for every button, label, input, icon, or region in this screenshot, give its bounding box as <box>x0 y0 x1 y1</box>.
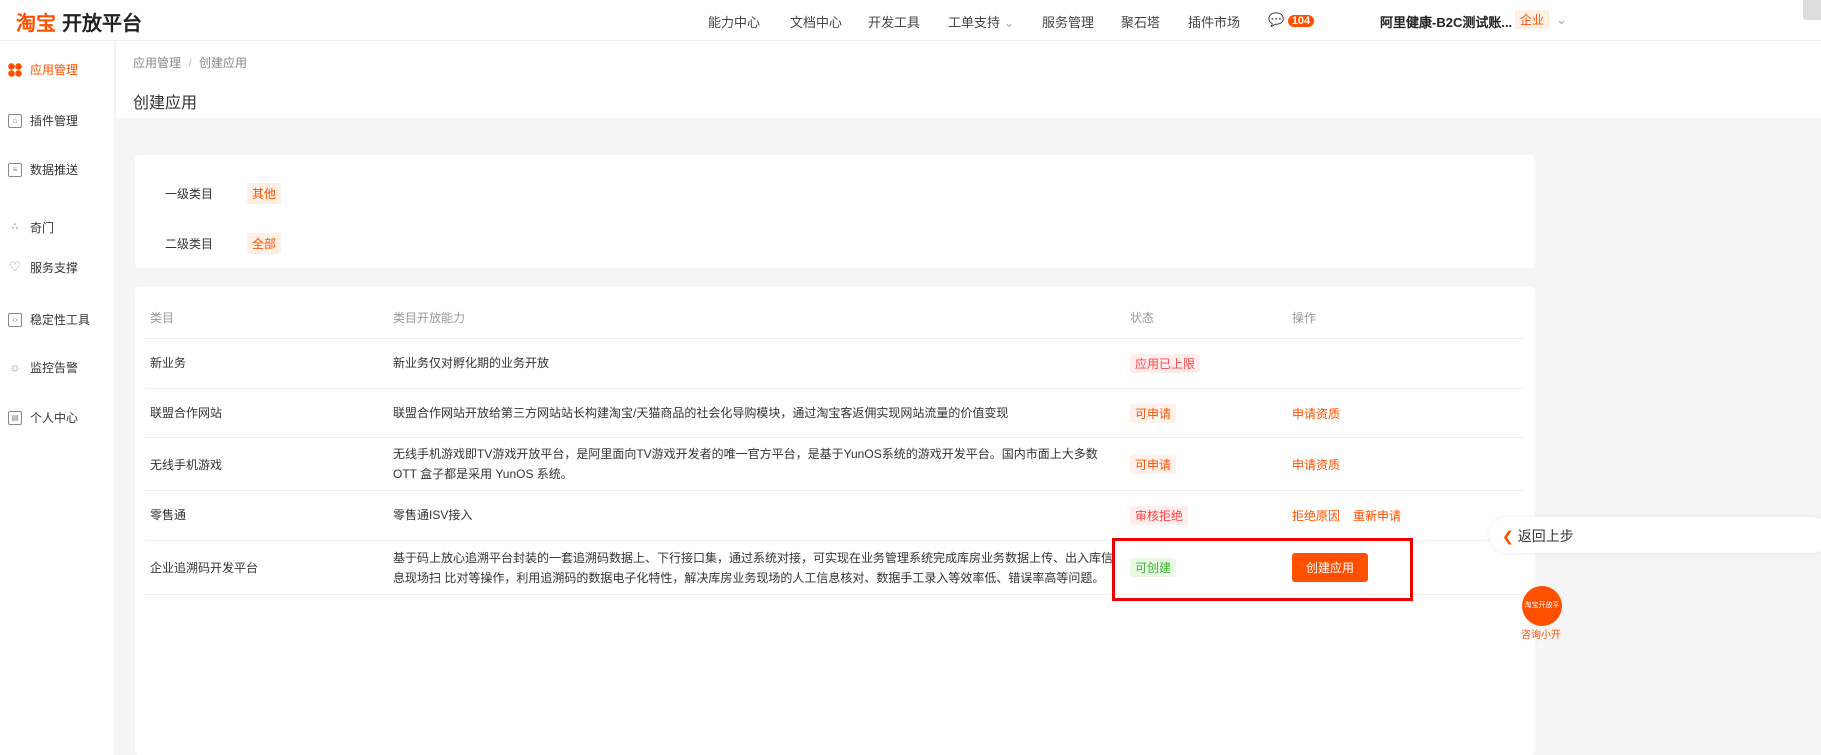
top-header: 淘宝 开放平台 能力中心 文档中心 开发工具 工单支持 ⌄ 服务管理 聚石塔 插件… <box>0 0 1821 41</box>
status-badge: 审核拒绝 <box>1130 506 1189 525</box>
apply-qualification-link[interactable]: 申请资质 <box>1292 405 1340 422</box>
page-header: 应用管理 / 创建应用 创建应用 <box>116 41 1821 118</box>
scrollbar[interactable] <box>1803 0 1821 20</box>
reapply-link[interactable]: 重新申请 <box>1353 507 1401 524</box>
sidebar: 应用管理 ⌂ 插件管理 ≡ 数据推送 ஃ 奇门 ♡ 服务支撑 ‹› 稳定性工具 ☼ 监控告警… <box>0 41 115 755</box>
status-badge: 应用已上限 <box>1130 354 1201 373</box>
page-title: 创建应用 <box>133 95 198 112</box>
heart-icon: ♡ <box>9 258 21 274</box>
rejection-reason-link[interactable]: 拒绝原因 <box>1292 507 1340 524</box>
level1-label: 一级类目 <box>165 187 214 201</box>
header-actions: 操作 <box>1292 311 1317 325</box>
nav-docs-center[interactable]: 文档中心 <box>790 12 842 31</box>
level2-label: 二级类目 <box>165 237 214 251</box>
account-type-tag: 企业 <box>1515 10 1550 29</box>
consult-assistant-label[interactable]: 咨询小开 <box>1521 626 1561 641</box>
nav-plugin-market[interactable]: 插件市场 <box>1188 12 1240 31</box>
nav-dev-tools[interactable]: 开发工具 <box>868 12 920 31</box>
account-dropdown-chevron-icon[interactable]: ⌄ <box>1556 12 1567 28</box>
message-icon: 💬 <box>1268 12 1285 27</box>
message-count-badge: 104 <box>1287 15 1315 27</box>
breadcrumb-parent[interactable]: 应用管理 <box>133 56 181 70</box>
chevron-left-icon: ❮ <box>1502 528 1514 544</box>
consult-assistant-icon[interactable]: 淘宝开放平台 <box>1522 586 1562 649</box>
logo[interactable]: 淘宝 开放平台 <box>16 7 142 36</box>
sidebar-item-app-management[interactable]: 应用管理 <box>8 61 78 78</box>
profile-icon: ▤ <box>8 410 22 425</box>
alarm-icon: ☼ <box>9 359 21 374</box>
sidebar-item-stability-tools[interactable]: ‹› 稳定性工具 <box>8 311 90 328</box>
breadcrumb-current: 创建应用 <box>199 56 248 70</box>
grid-icon <box>8 62 22 77</box>
table-row: 联盟合作网站 联盟合作网站开放给第三方网站站长构建淘宝/天猫商品的社会化导购模块… <box>145 388 1525 437</box>
monitor-icon: ‹› <box>8 312 22 327</box>
table-row: 新业务 新业务仅对孵化期的业务开放 应用已上限 <box>145 338 1525 388</box>
status-badge: 可申请 <box>1130 404 1177 423</box>
category-filter-card: 一级类目 其他 二级类目 全部 <box>135 155 1535 268</box>
chevron-down-icon: ⌄ <box>1003 15 1015 30</box>
account-name[interactable]: 阿里健康-B2C测试账... <box>1380 12 1512 31</box>
sidebar-item-data-push[interactable]: ≡ 数据推送 <box>8 161 78 178</box>
back-button[interactable]: ❮ 返回上步 <box>1490 517 1821 553</box>
header-category: 类目 <box>150 311 175 325</box>
table-row: 无线手机游戏 无线手机游戏即TV游戏开放平台，是阿里面向TV游戏开发者的唯一官方… <box>145 437 1525 490</box>
sidebar-item-plugin-management[interactable]: ⌂ 插件管理 <box>8 112 78 129</box>
level2-tag[interactable]: 全部 <box>247 233 282 254</box>
nav-ability-center[interactable]: 能力中心 <box>708 12 760 31</box>
sidebar-item-qimen[interactable]: ஃ 奇门 <box>8 219 54 236</box>
nav-service-management[interactable]: 服务管理 <box>1042 12 1094 31</box>
status-badge: 可申请 <box>1130 455 1177 474</box>
sidebar-item-monitoring-alerts[interactable]: ☼ 监控告警 <box>8 359 79 376</box>
nav-jushita[interactable]: 聚石塔 <box>1121 12 1160 31</box>
sidebar-item-service-support[interactable]: ♡ 服务支撑 <box>8 259 78 276</box>
nodes-icon: ஃ <box>11 221 19 231</box>
header-capability: 类目开放能力 <box>393 311 466 325</box>
level1-tag[interactable]: 其他 <box>247 183 282 204</box>
category-table: 类目 类目开放能力 状态 操作 新业务 新业务仅对孵化期的业务开放 应用已上限 … <box>135 287 1535 755</box>
highlight-box <box>1112 538 1413 601</box>
nav-ticket-support[interactable]: 工单支持 ⌄ <box>948 12 1015 31</box>
apply-qualification-link[interactable]: 申请资质 <box>1292 456 1340 473</box>
sidebar-item-personal-center[interactable]: ▤ 个人中心 <box>8 409 78 426</box>
messages-button[interactable]: 💬 104 <box>1268 12 1315 28</box>
table-row: 零售通 零售通ISV接入 审核拒绝 拒绝原因 重新申请 <box>145 490 1525 540</box>
header-status: 状态 <box>1130 311 1155 325</box>
document-icon: ≡ <box>8 162 22 177</box>
breadcrumb: 应用管理 / 创建应用 <box>133 56 248 70</box>
plugin-icon: ⌂ <box>8 113 22 128</box>
